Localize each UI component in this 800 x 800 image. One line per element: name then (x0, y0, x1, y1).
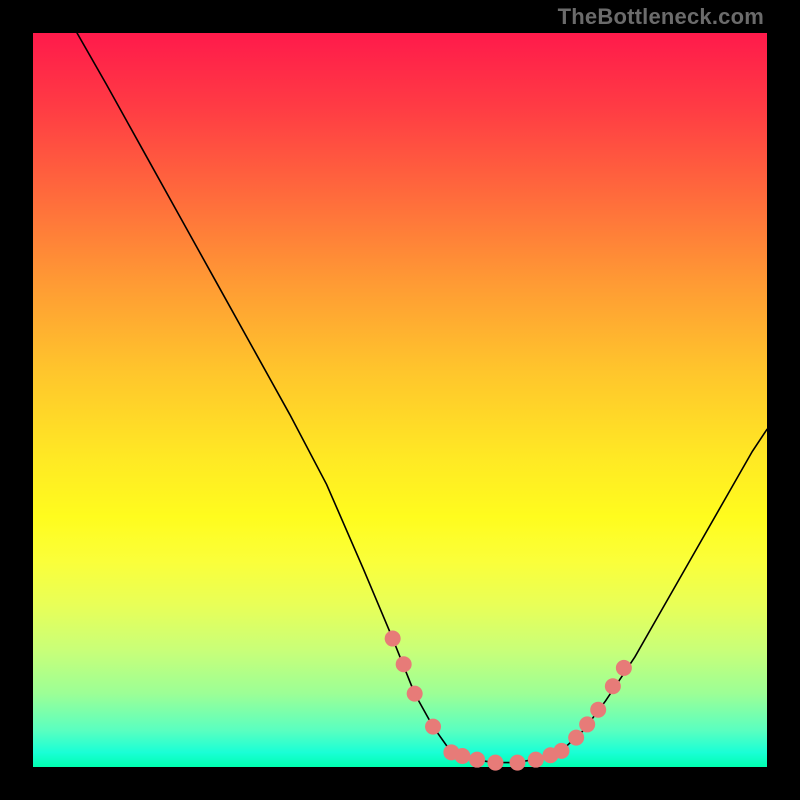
marker-dot (487, 755, 503, 771)
marker-dot (425, 719, 441, 735)
marker-dot (553, 743, 569, 759)
marker-dot (579, 716, 595, 732)
marker-dot (605, 678, 621, 694)
marker-dot (568, 730, 584, 746)
marker-dot (385, 631, 401, 647)
curve-svg (33, 33, 767, 767)
marker-dot (590, 702, 606, 718)
marker-dot (528, 752, 544, 768)
watermark-text: TheBottleneck.com (558, 4, 764, 30)
marker-dot (616, 660, 632, 676)
marker-dot (396, 656, 412, 672)
plot-area (33, 33, 767, 767)
chart-frame: TheBottleneck.com (0, 0, 800, 800)
marker-dot (454, 748, 470, 764)
bottleneck-curve (77, 33, 767, 763)
marker-group (385, 631, 632, 771)
marker-dot (509, 755, 525, 771)
marker-dot (407, 686, 423, 702)
marker-dot (469, 752, 485, 768)
